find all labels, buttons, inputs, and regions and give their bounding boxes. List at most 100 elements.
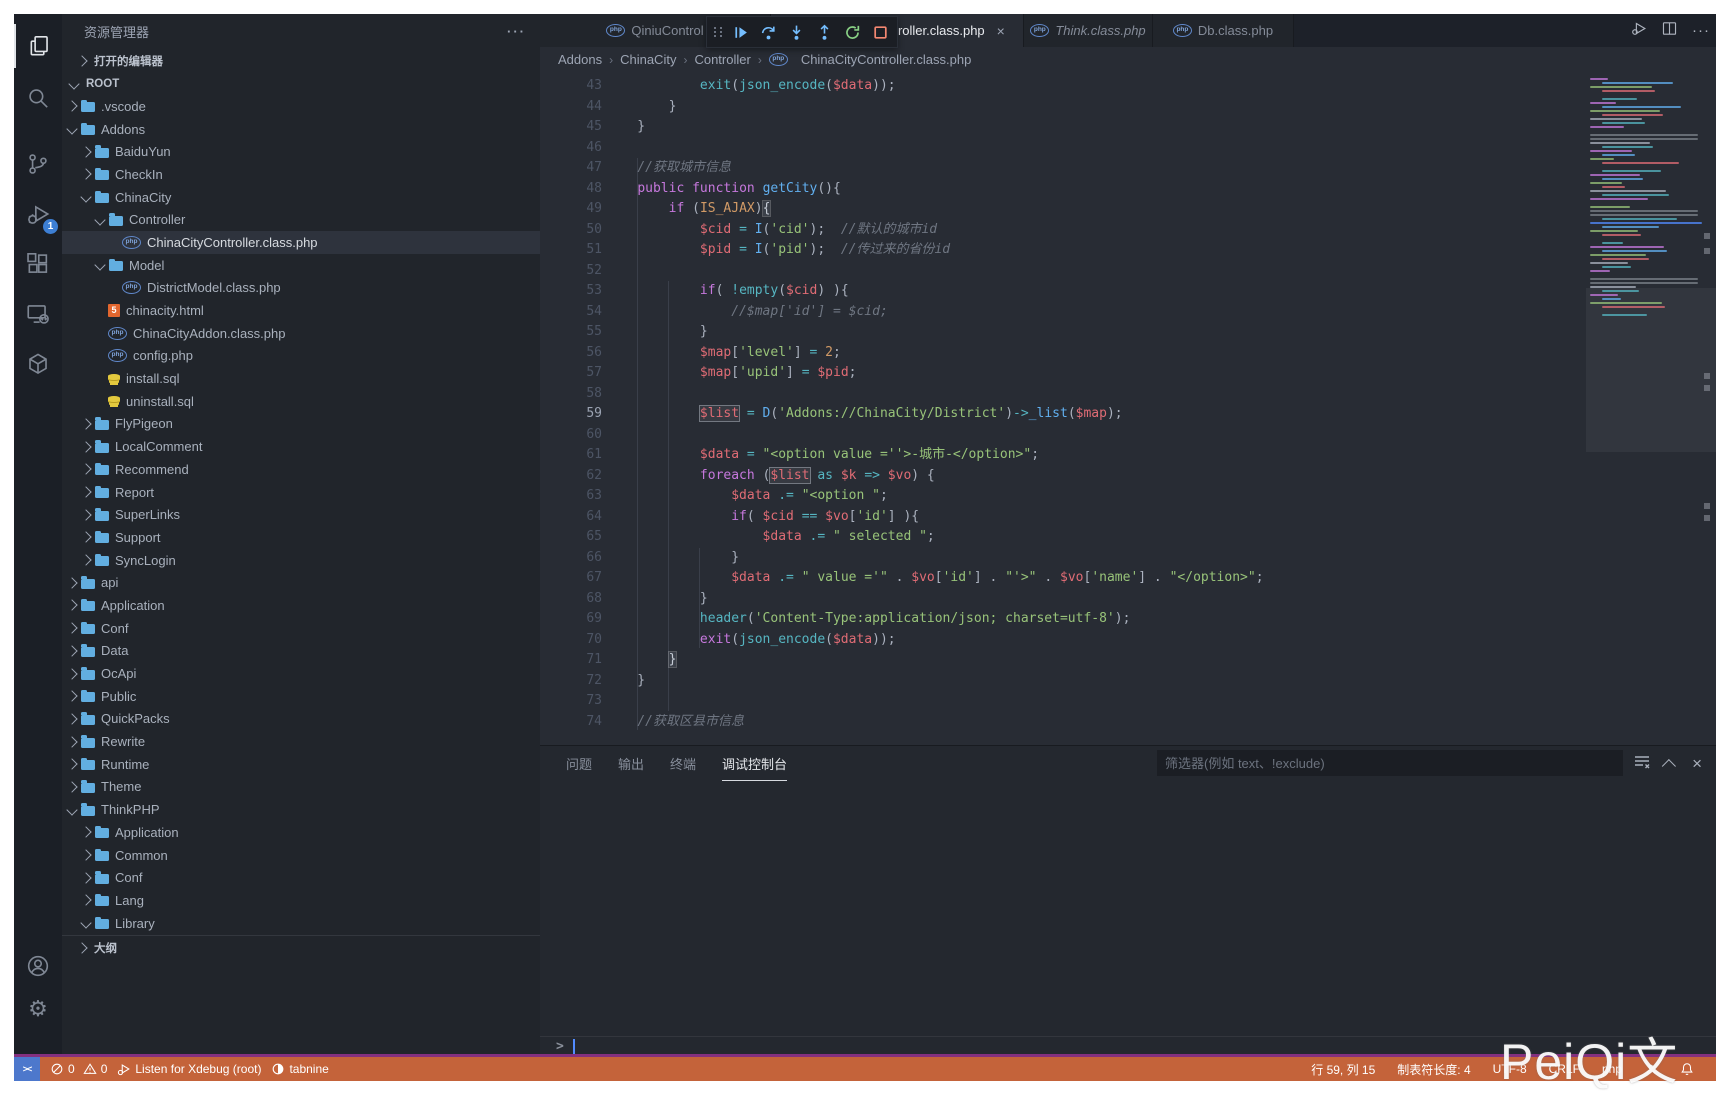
- sidebar-more-actions[interactable]: ···: [507, 24, 526, 39]
- tree-folder-FlyPigeon[interactable]: FlyPigeon: [62, 413, 540, 436]
- remote-indicator[interactable]: ><: [14, 1057, 40, 1081]
- activity-package-icon[interactable]: [14, 342, 62, 386]
- root-section[interactable]: ROOT: [62, 72, 540, 95]
- tree-folder-Conf[interactable]: Conf: [62, 866, 540, 889]
- panel-header: 问题 输出 终端 调试控制台 ×: [540, 746, 1716, 782]
- panel-tab-终端[interactable]: 终端: [670, 754, 696, 775]
- tree-folder-ChinaCity[interactable]: ChinaCity: [62, 186, 540, 209]
- tree-folder-Model[interactable]: Model: [62, 254, 540, 277]
- activity-account-icon[interactable]: [14, 944, 62, 988]
- panel-tab-问题[interactable]: 问题: [566, 754, 592, 775]
- drag-handle-icon[interactable]: [714, 27, 722, 37]
- cursor-position[interactable]: 行 59, 列 15: [1311, 1061, 1375, 1078]
- panel-tabs: 问题 输出 终端 调试控制台: [540, 754, 787, 775]
- step-into-button[interactable]: [783, 19, 809, 45]
- tree-folder-Report[interactable]: Report: [62, 481, 540, 504]
- tree-folder-SuperLinks[interactable]: SuperLinks: [62, 503, 540, 526]
- line-number: 55: [540, 322, 602, 343]
- indentation[interactable]: 制表符长度: 4: [1397, 1061, 1470, 1078]
- line-number: 65: [540, 527, 602, 548]
- line-number: 69: [540, 609, 602, 630]
- tree-file-config.php[interactable]: phpconfig.php: [62, 345, 540, 368]
- panel-tab-调试控制台[interactable]: 调试控制台: [722, 754, 787, 775]
- tree-folder-Controller[interactable]: Controller: [62, 208, 540, 231]
- tree-file-install.sql[interactable]: install.sql: [62, 367, 540, 390]
- tab-Db.class.php[interactable]: phpDb.class.php: [1153, 14, 1294, 47]
- breadcrumb-item[interactable]: ChinaCity: [620, 52, 676, 67]
- tree-file-ChinaCityAddon.class.php[interactable]: phpChinaCityAddon.class.php: [62, 322, 540, 345]
- tree-folder-Addons[interactable]: Addons: [62, 118, 540, 141]
- xdebug-status[interactable]: Listen for Xdebug (root): [117, 1062, 261, 1076]
- tree-folder-Runtime[interactable]: Runtime: [62, 753, 540, 776]
- activity-explorer-icon[interactable]: [14, 24, 64, 68]
- tree-folder-Conf[interactable]: Conf: [62, 617, 540, 640]
- restart-button[interactable]: [839, 19, 865, 45]
- activity-settings-icon[interactable]: ⚙: [14, 988, 62, 1032]
- problems-status[interactable]: 0 0: [50, 1062, 107, 1076]
- open-editors-section[interactable]: 打开的编辑器: [62, 49, 540, 72]
- chevron-right-icon: [66, 736, 77, 747]
- sql-file-icon: [108, 396, 120, 403]
- tree-folder-LocalComment[interactable]: LocalComment: [62, 435, 540, 458]
- tree-folder-QuickPacks[interactable]: QuickPacks: [62, 708, 540, 731]
- tree-item-label: config.php: [133, 348, 193, 363]
- tree-file-chinacity.html[interactable]: 5chinacity.html: [62, 299, 540, 322]
- activity-remote-explorer-icon[interactable]: [14, 292, 62, 336]
- tree-folder-.vscode[interactable]: .vscode: [62, 95, 540, 118]
- panel-tab-输出[interactable]: 输出: [618, 754, 644, 775]
- split-editor-icon[interactable]: [1661, 20, 1678, 42]
- minimap[interactable]: [1590, 78, 1702, 318]
- breadcrumb-item[interactable]: Addons: [558, 52, 602, 67]
- breadcrumb-file[interactable]: ChinaCityController.class.php: [801, 52, 972, 67]
- tabnine-status[interactable]: tabnine: [271, 1062, 328, 1076]
- tree-folder-ThinkPHP[interactable]: ThinkPHP: [62, 798, 540, 821]
- tree-folder-Lang[interactable]: Lang: [62, 889, 540, 912]
- tab-label: Think.class.php: [1055, 23, 1145, 38]
- outline-section[interactable]: 大纲: [62, 935, 540, 959]
- run-or-debug-icon[interactable]: [1630, 20, 1647, 42]
- tab-Think.class.php[interactable]: phpThink.class.php: [1024, 14, 1153, 47]
- tree-folder-Recommend[interactable]: Recommend: [62, 458, 540, 481]
- activity-run-debug-icon[interactable]: 1: [14, 192, 62, 236]
- tree-folder-Data[interactable]: Data: [62, 640, 540, 663]
- tree-folder-Application[interactable]: Application: [62, 594, 540, 617]
- step-out-button[interactable]: [811, 19, 837, 45]
- tree-folder-CheckIn[interactable]: CheckIn: [62, 163, 540, 186]
- more-actions-icon[interactable]: ···: [1692, 22, 1710, 39]
- clear-console-icon[interactable]: [1634, 754, 1650, 775]
- folder-icon: [81, 692, 95, 702]
- maximize-panel-icon[interactable]: [1662, 759, 1676, 773]
- step-over-button[interactable]: [755, 19, 781, 45]
- tree-item-label: chinacity.html: [126, 303, 204, 318]
- tree-folder-SyncLogin[interactable]: SyncLogin: [62, 549, 540, 572]
- vscode-window: 1⚙ 资源管理器 ··· 打开的编辑器 ROOT .vscodeAddonsBa…: [14, 14, 1716, 1081]
- tree-folder-Support[interactable]: Support: [62, 526, 540, 549]
- tree-folder-Application[interactable]: Application: [62, 821, 540, 844]
- line-number: 48: [540, 179, 602, 200]
- tree-folder-OcApi[interactable]: OcApi: [62, 662, 540, 685]
- stop-button[interactable]: [867, 19, 893, 45]
- tree-file-uninstall.sql[interactable]: uninstall.sql: [62, 390, 540, 413]
- activity-search-icon[interactable]: [14, 76, 62, 120]
- tree-item-label: Controller: [129, 212, 185, 227]
- activity-source-control-icon[interactable]: [14, 142, 62, 186]
- tree-folder-api[interactable]: api: [62, 571, 540, 594]
- tree-folder-Public[interactable]: Public: [62, 685, 540, 708]
- debug-console-filter-input[interactable]: [1157, 750, 1623, 776]
- breadcrumb-item[interactable]: Controller: [694, 52, 750, 67]
- tree-folder-Rewrite[interactable]: Rewrite: [62, 730, 540, 753]
- tree-folder-BaiduYun[interactable]: BaiduYun: [62, 140, 540, 163]
- tree-folder-Common[interactable]: Common: [62, 844, 540, 867]
- tree-file-ChinaCityController.class.php[interactable]: phpChinaCityController.class.php: [62, 231, 540, 254]
- code-editor[interactable]: 43 exit(json_encode($data));44 }45 }4647…: [540, 72, 1716, 745]
- tree-folder-Library[interactable]: Library: [62, 912, 540, 935]
- tree-item-label: Conf: [115, 870, 142, 885]
- tab-label: Db.class.php: [1198, 23, 1273, 38]
- close-panel-icon[interactable]: ×: [1692, 754, 1702, 774]
- continue-button[interactable]: [727, 19, 753, 45]
- close-tab-icon[interactable]: ×: [997, 24, 1005, 38]
- activity-extensions-icon[interactable]: [14, 242, 62, 286]
- tree-file-DistrictModel.class.php[interactable]: phpDistrictModel.class.php: [62, 277, 540, 300]
- tree-folder-Theme[interactable]: Theme: [62, 776, 540, 799]
- error-icon: [50, 1062, 64, 1076]
